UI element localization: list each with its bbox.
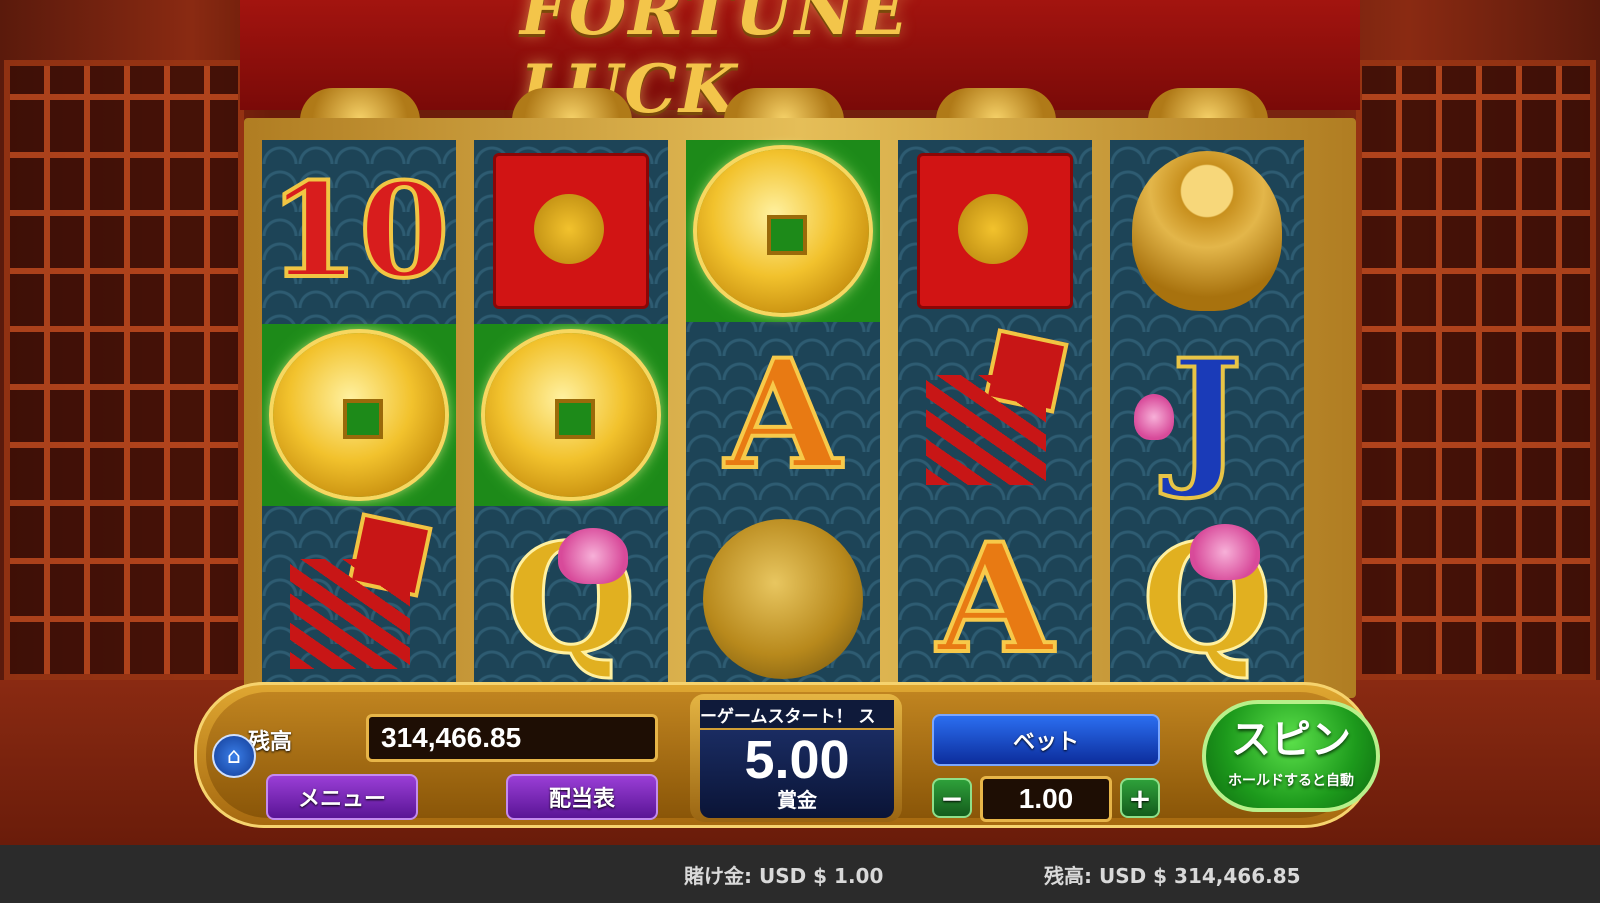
lotus-icon xyxy=(1190,524,1260,580)
symbol-q: Q xyxy=(474,508,668,690)
win-amount: 5.00 xyxy=(744,730,850,790)
game-title: FORTUNE LUCK xyxy=(520,0,910,128)
j-symbol-text: J xyxy=(1170,327,1245,503)
buddha-icon xyxy=(1132,151,1282,311)
reel-4: A xyxy=(898,140,1092,700)
menu-button[interactable]: メニュー xyxy=(266,774,418,820)
red-envelope-icon xyxy=(917,153,1073,309)
win-display: 5.00 賞金 xyxy=(700,730,894,818)
symbol-q: Q xyxy=(1110,508,1304,690)
reel-2: Q xyxy=(474,140,668,700)
peach-icon xyxy=(1134,394,1174,440)
symbol-gold-coin xyxy=(262,324,456,506)
balance-display: 314,466.85 xyxy=(366,714,658,762)
gold-coin-icon xyxy=(273,333,445,497)
spin-sublabel: ホールドすると自動 xyxy=(1228,773,1354,789)
symbol-gong xyxy=(686,508,880,690)
symbol-red-envelope xyxy=(898,140,1092,322)
firecracker-icon xyxy=(284,512,434,679)
spin-label: スピン xyxy=(1231,717,1351,763)
symbol-a: A xyxy=(686,324,880,506)
symbol-red-envelope xyxy=(474,140,668,322)
spin-button[interactable]: スピン ホールドすると自動 xyxy=(1202,700,1380,812)
message-ticker: ーゲームスタート！ ス xyxy=(700,700,894,728)
gold-coin-icon xyxy=(697,149,869,313)
home-icon: ⌂ xyxy=(227,743,241,769)
bet-increase-button[interactable]: + xyxy=(1120,778,1160,818)
red-envelope-icon xyxy=(493,153,649,309)
left-lattice-panel xyxy=(4,60,244,680)
symbol-buddha xyxy=(1110,140,1304,322)
right-lattice-panel xyxy=(1356,60,1596,680)
paytable-button[interactable]: 配当表 xyxy=(506,774,658,820)
bet-button[interactable]: ベット xyxy=(932,714,1160,766)
bet-amount-display: 1.00 xyxy=(980,776,1112,822)
reel-5: J Q xyxy=(1110,140,1304,700)
symbol-firecracker xyxy=(262,508,456,690)
firecracker-icon xyxy=(920,328,1070,495)
symbol-gold-coin xyxy=(686,140,880,322)
symbol-firecracker xyxy=(898,324,1092,506)
reel-3: A xyxy=(686,140,880,700)
win-label: 賞金 xyxy=(777,788,817,812)
symbol-ten: 10 xyxy=(262,140,456,322)
lotus-icon xyxy=(558,528,628,584)
a-symbol-text: A xyxy=(935,511,1055,687)
reel-1: 10 xyxy=(262,140,456,700)
status-bet: 賭け金: USD $ 1.00 xyxy=(684,864,884,888)
a-symbol-text: A xyxy=(723,327,843,503)
bet-decrease-button[interactable]: − xyxy=(932,778,972,818)
symbol-a: A xyxy=(898,508,1092,690)
symbol-gold-coin xyxy=(474,324,668,506)
ten-symbol-text: 10 xyxy=(267,154,452,307)
gold-coin-icon xyxy=(485,333,657,497)
gong-icon xyxy=(703,519,863,679)
status-balance: 残高: USD $ 314,466.85 xyxy=(1044,864,1301,888)
home-button[interactable]: ⌂ xyxy=(212,734,256,778)
symbol-j: J xyxy=(1110,324,1304,506)
